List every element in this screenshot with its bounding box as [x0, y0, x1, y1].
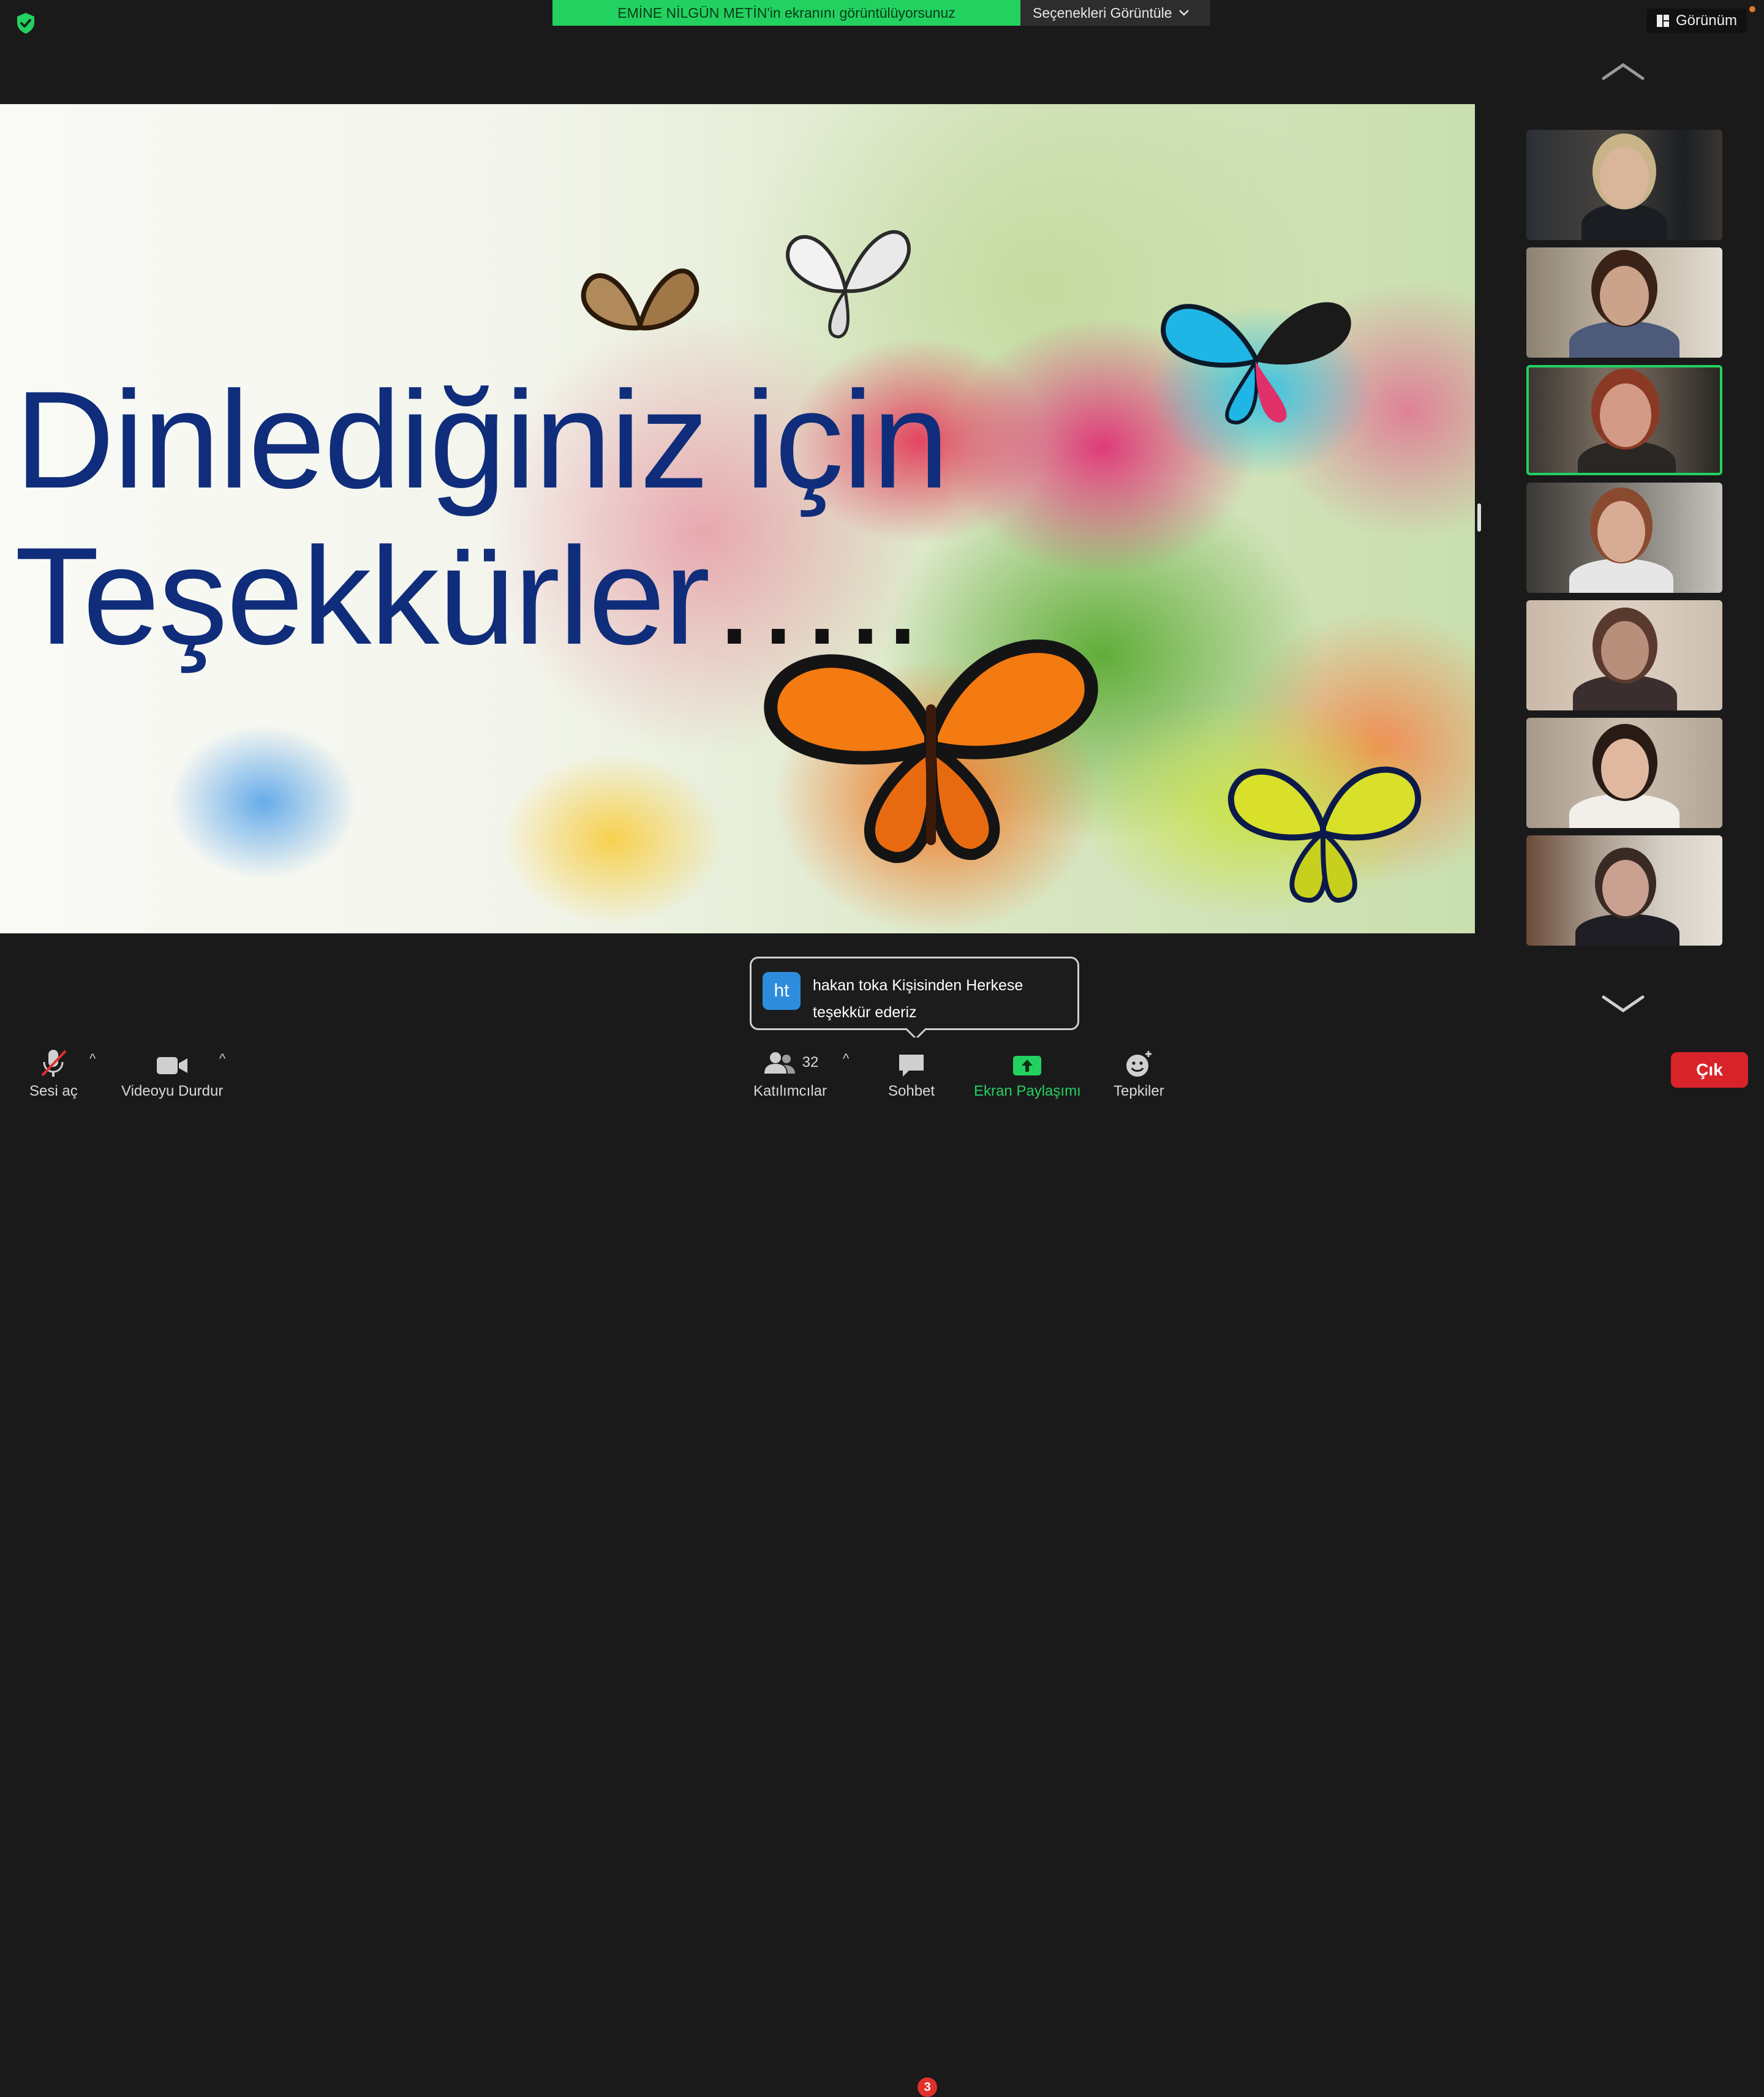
butterfly-image-yellow [1227, 766, 1422, 903]
share-screen-button[interactable]: Ekran Paylaşımı [974, 1047, 1081, 1100]
participant-video-tile-active-speaker[interactable] [1526, 365, 1722, 475]
participant-silhouette [1573, 675, 1677, 710]
chevron-down-icon [1178, 10, 1189, 16]
participant-face [1601, 621, 1649, 680]
unmute-button[interactable]: Sesi aç [29, 1047, 78, 1100]
participant-video-tile[interactable] [1526, 247, 1722, 358]
reactions-label: Tepkiler [1114, 1083, 1164, 1099]
participant-face [1601, 739, 1649, 799]
participant-face [1602, 860, 1649, 916]
participant-video-tile[interactable] [1526, 600, 1722, 710]
stop-video-button[interactable]: Videoyu Durdur [121, 1047, 223, 1100]
share-status-text: EMİNE NİLGÜN METİN'in ekranını görüntülü… [552, 0, 1020, 26]
chat-bubble-icon [899, 1055, 924, 1077]
chat-notification-toast[interactable]: ht hakan toka Kişisinden Herkese teşekkü… [750, 957, 1079, 1030]
unmute-label: Sesi aç [29, 1083, 78, 1099]
share-screen-label: Ekran Paylaşımı [974, 1083, 1081, 1099]
leave-meeting-button[interactable]: Çık [1671, 1052, 1748, 1088]
butterfly-image-blue [1161, 302, 1351, 425]
view-options-label: Seçenekleri Görüntüle [1033, 4, 1172, 21]
chat-message-text: hakan toka Kişisinden Herkese teşekkür e… [813, 972, 1023, 1026]
gallery-resize-handle[interactable] [1477, 503, 1481, 532]
participant-silhouette [1575, 914, 1679, 946]
participants-icon [764, 1052, 795, 1074]
chevron-up-icon[interactable] [1599, 59, 1648, 83]
stop-video-label: Videoyu Durdur [121, 1083, 224, 1099]
notification-dot [1749, 6, 1755, 12]
muted-mic-icon [41, 1050, 67, 1077]
chat-message-header: hakan toka Kişisinden Herkese [813, 977, 1023, 994]
participant-silhouette [1569, 559, 1673, 593]
participant-face [1600, 383, 1651, 447]
participant-silhouette [1569, 794, 1679, 828]
participant-face [1597, 501, 1645, 562]
participants-options-caret[interactable]: ^ [843, 1051, 849, 1067]
video-options-caret[interactable]: ^ [219, 1051, 225, 1067]
audio-options-caret[interactable]: ^ [89, 1051, 96, 1067]
participants-label: Katılımcılar [753, 1083, 827, 1099]
view-button-label: Görünüm [1675, 12, 1737, 29]
shield-check-icon[interactable] [13, 11, 38, 36]
meeting-toolbar: Sesi aç ^ Videoyu Durdur ^ 32 Katılımcıl… [0, 1037, 1764, 2097]
slide-title: Dinlediğiniz için Teşekkürler….. [15, 361, 949, 674]
participant-silhouette [1569, 321, 1679, 358]
chat-button[interactable]: Sohbet [888, 1047, 935, 1100]
chat-label: Sohbet [888, 1083, 935, 1099]
chat-sender-avatar: ht [763, 972, 801, 1010]
slide-title-line1: Dinlediğiniz için [15, 362, 949, 517]
slide-title-dots: ….. [709, 518, 922, 673]
participant-video-tile[interactable] [1526, 835, 1722, 946]
butterfly-image-white [786, 230, 911, 339]
view-options-button[interactable]: Seçenekleri Görüntüle [1020, 0, 1210, 26]
video-camera-icon [157, 1057, 188, 1074]
slide-title-line2: Teşekkürler [15, 518, 710, 673]
participant-face [1600, 147, 1649, 208]
chevron-down-icon[interactable] [1599, 992, 1648, 1017]
participants-count: 32 [802, 1054, 819, 1071]
reaction-emoji-icon [1126, 1051, 1152, 1077]
share-screen-icon [1013, 1056, 1042, 1075]
participants-button[interactable]: 32 Katılımcılar [753, 1047, 827, 1100]
participant-face [1600, 266, 1649, 326]
participant-video-tile[interactable] [1526, 718, 1722, 828]
grid-view-icon [1656, 15, 1669, 27]
chat-unread-badge: 3 [918, 2077, 937, 2097]
butterfly-image-brown [581, 268, 699, 331]
chat-message-body: teşekkür ederiz [813, 1004, 917, 1021]
shared-screen-slide: Dinlediğiniz için Teşekkürler….. [0, 104, 1475, 933]
participant-video-tile[interactable] [1526, 130, 1722, 240]
participant-video-tile[interactable] [1526, 483, 1722, 593]
screen-share-banner: EMİNE NİLGÜN METİN'in ekranını görüntülü… [552, 0, 1210, 26]
view-layout-button[interactable]: Görünüm [1646, 9, 1747, 33]
reactions-button[interactable]: Tepkiler [1114, 1047, 1164, 1100]
participant-silhouette [1581, 203, 1667, 240]
